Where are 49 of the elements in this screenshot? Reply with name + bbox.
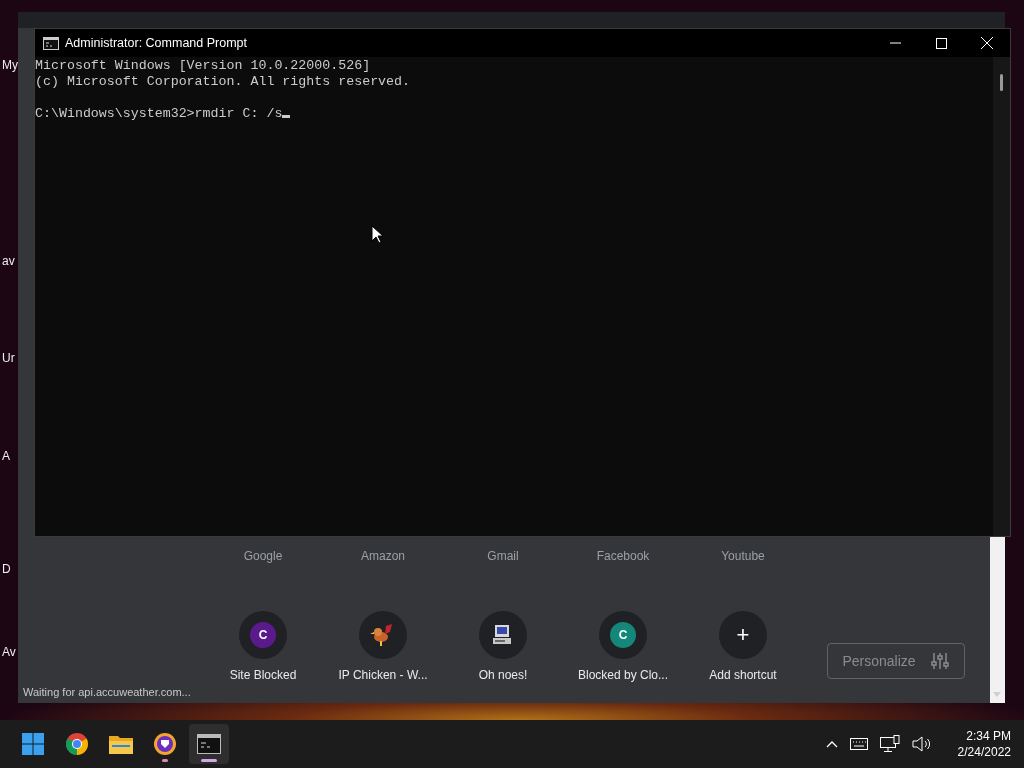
clock-time: 2:34 PM	[966, 728, 1011, 744]
shortcut-label[interactable]: Site Blocked	[229, 667, 297, 683]
desktop-icon-label[interactable]: My	[2, 58, 18, 72]
console-output-line: Microsoft Windows [Version 10.0.22000.526]	[35, 58, 372, 74]
scrollbar[interactable]	[993, 57, 1010, 536]
scrollbar[interactable]	[990, 537, 1005, 703]
personalize-button[interactable]: Personalize	[827, 643, 965, 679]
scrollbar-thumb[interactable]	[1000, 74, 1003, 91]
shortcut-tile-icon[interactable]	[479, 611, 527, 659]
mouse-pointer-icon	[371, 225, 383, 244]
network-icon[interactable]	[879, 735, 900, 753]
shortcut-tile-icon[interactable]: C	[239, 611, 287, 659]
minimize-icon	[889, 42, 901, 44]
clock[interactable]: 2:34 PM 2/24/2022	[957, 728, 1011, 760]
terminal-taskbar-button[interactable]	[189, 724, 229, 764]
console-output-line: (c) Microsoft Corporation. All rights reserved.	[35, 74, 412, 90]
sliders-icon	[929, 651, 950, 671]
folder-icon	[108, 733, 134, 755]
terminal-icon	[43, 36, 59, 50]
maximize-icon	[935, 37, 947, 49]
browser-icon	[65, 732, 89, 756]
desktop-icon-label[interactable]: av	[2, 254, 15, 268]
desktop-icon-label[interactable]: Av	[2, 645, 16, 659]
shortcut-tile-icon[interactable]	[359, 611, 407, 659]
shortcut-label[interactable]: Add shortcut	[709, 667, 777, 683]
shortcut-tile-icon[interactable]: C	[599, 611, 647, 659]
close-icon	[981, 37, 993, 49]
speaker-icon[interactable]	[911, 736, 932, 752]
top-site-label[interactable]: Facebook	[567, 546, 679, 566]
command-line: C:\Windows\system32>rmdir C: /s	[35, 106, 283, 121]
desktop-icon-label[interactable]: A	[2, 449, 10, 463]
terminal-icon	[197, 734, 221, 754]
chevron-up-icon[interactable]	[825, 740, 838, 748]
shortcut-tile-icon[interactable]: +	[719, 611, 767, 659]
top-site-label[interactable]: Amazon	[327, 546, 439, 566]
shortcut-label[interactable]: IP Chicken - W...	[338, 667, 428, 683]
desktop-icon-label[interactable]: Ur	[2, 351, 15, 365]
window-title: Administrator: Command Prompt	[65, 36, 247, 50]
top-site-label[interactable]: Google	[207, 546, 319, 566]
shortcut-label[interactable]: Oh noes!	[478, 667, 528, 683]
shield-icon	[153, 732, 177, 756]
shortcut-label[interactable]: Blocked by Clo...	[577, 667, 668, 683]
text-cursor	[282, 115, 291, 118]
keyboard-icon[interactable]	[849, 738, 868, 750]
desktop-icon-label[interactable]: D	[2, 562, 11, 576]
windows-logo-icon	[21, 732, 45, 756]
top-site-label[interactable]: Gmail	[447, 546, 559, 566]
clock-date: 2/24/2022	[957, 744, 1011, 760]
top-site-label[interactable]: Youtube	[687, 546, 799, 566]
